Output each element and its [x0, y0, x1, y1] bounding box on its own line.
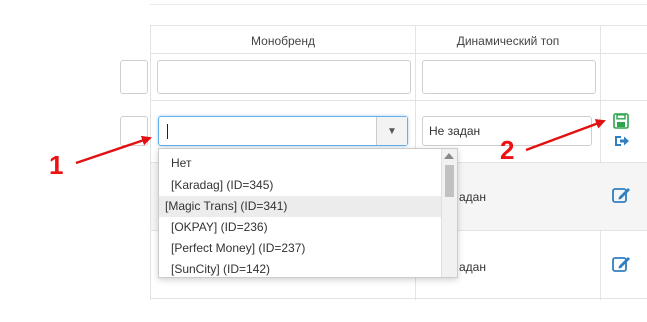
annotation-arrow-2	[525, 119, 606, 152]
annotation-label-1: 1	[49, 150, 64, 180]
annotation-arrows	[75, 119, 606, 165]
annotation-label-2: 2	[500, 135, 515, 165]
annotation-arrow-1	[75, 135, 152, 165]
